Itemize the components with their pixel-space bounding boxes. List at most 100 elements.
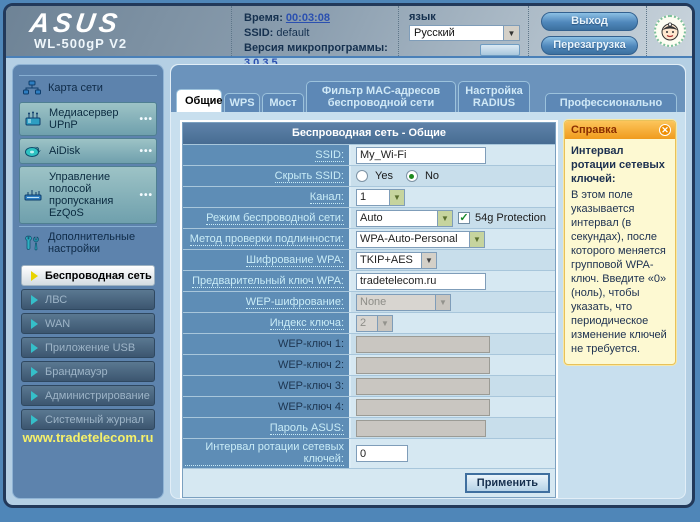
form-title: Беспроводная сеть - Общие — [183, 123, 555, 144]
field-label-key-rotation-interval: Интервал ротации сетевых ключей: — [183, 439, 351, 468]
network-map-icon — [22, 80, 42, 96]
field-label-wep-key-4: WEP-ключ 4: — [183, 397, 351, 417]
brand: ASUS WL-500gP V2 — [6, 6, 231, 56]
tab-bridge[interactable]: Мост — [262, 93, 304, 112]
field-value-key-rotation-interval — [351, 439, 555, 468]
sidebar-item-lan[interactable]: ЛВС — [21, 289, 155, 310]
tab-radius[interactable]: Настройка RADIUS — [458, 81, 530, 112]
nav-item-label: ЛВС — [45, 294, 67, 306]
sidebar-item-wireless[interactable]: Беспроводная сеть — [21, 265, 155, 286]
hide-ssid-label[interactable]: Скрыть SSID: — [275, 170, 344, 183]
field-label-wpa-encryption: Шифрование WPA: — [183, 250, 351, 270]
field-label-wep-key-2: WEP-ключ 2: — [183, 355, 351, 375]
wireless-mode-checkbox[interactable]: ✓ — [458, 212, 470, 224]
form-row-wep-key-4: WEP-ключ 4: — [183, 396, 555, 417]
key-index-select: 2▼ — [356, 315, 393, 332]
sidebar-item-bandwidth[interactable]: Управление полосой пропускания EzQoS ••• — [19, 166, 157, 224]
field-value-wpa-psk — [351, 271, 555, 291]
wep-key-1-input — [356, 336, 490, 353]
key-index-selected-value: 2 — [357, 317, 377, 329]
language-select[interactable]: Русский ▼ — [409, 25, 520, 41]
channel-label[interactable]: Канал: — [310, 191, 344, 204]
key-rotation-interval-input[interactable] — [356, 445, 408, 462]
channel-select[interactable]: 1▼ — [356, 189, 405, 206]
auth-method-select[interactable]: WPA-Auto-Personal▼ — [356, 231, 485, 248]
hide-ssid-radio-yes[interactable] — [356, 170, 368, 182]
close-icon[interactable]: ✕ — [659, 124, 671, 136]
form-row-wep-key-1: WEP-ключ 1: — [183, 333, 555, 354]
hide-ssid-radio-no[interactable] — [406, 170, 418, 182]
wpa-psk-label[interactable]: Предварительный ключ WPA: — [192, 275, 344, 288]
field-value-wep-key-4 — [351, 397, 555, 417]
form-row-wpa-psk: Предварительный ключ WPA: — [183, 270, 555, 291]
tab-general[interactable]: Общие — [176, 89, 222, 112]
wireless-mode-label[interactable]: Режим беспроводной сети: — [206, 212, 344, 225]
field-label-wep-encryption: WEP-шифрование: — [183, 292, 351, 312]
key-index-label[interactable]: Индекс ключа: — [270, 317, 344, 330]
language-apply-button[interactable] — [480, 44, 520, 56]
wpa-psk-input[interactable] — [356, 273, 486, 290]
wep-key-4-input — [356, 399, 490, 416]
help-panel: Справка ✕ Интервал ротации сетевых ключе… — [564, 120, 676, 365]
radio-dot — [409, 174, 414, 179]
sidebar-item-label: AiDisk — [49, 145, 80, 157]
sidebar-item-media-server[interactable]: Медиасервер UPnP••• — [19, 102, 157, 136]
asus-password-input — [356, 420, 486, 437]
reboot-button[interactable]: Перезагрузка — [541, 36, 638, 55]
field-value-hide-ssid: Yes No — [351, 166, 555, 186]
tab-mac-filter[interactable]: Фильтр MAC-адресов беспроводной сети — [306, 81, 456, 112]
nav-item-label: Системный журнал — [45, 414, 144, 426]
sidebar-item-network-map[interactable]: Карта сети — [19, 75, 157, 100]
field-label-ssid: SSID: — [183, 145, 351, 165]
hide-ssid-radio-label: No — [425, 170, 439, 182]
wireless-mode-select[interactable]: Auto▼ — [356, 210, 453, 227]
field-value-wpa-encryption: TKIP+AES▼ — [351, 250, 555, 270]
sidebar-item-tools[interactable]: Дополнительные настройки — [19, 226, 157, 259]
chevron-down-icon: ▼ — [389, 190, 404, 205]
nav-item-label: Брандмауэр — [45, 366, 108, 378]
hide-ssid-radio-label: Yes — [375, 170, 393, 182]
sidebar-item-system-log[interactable]: Системный журнал — [21, 409, 155, 430]
sidebar-item-wan[interactable]: WAN — [21, 313, 155, 334]
auth-method-label[interactable]: Метод проверки подлинности: — [190, 233, 344, 246]
apply-button[interactable]: Применить — [465, 473, 550, 493]
sidebar-item-aidisk[interactable]: AiDisk••• — [19, 138, 157, 164]
sidebar-item-administration[interactable]: Администрирование — [21, 385, 155, 406]
sidebar-item-firewall[interactable]: Брандмауэр — [21, 361, 155, 382]
logout-button[interactable]: Выход — [541, 12, 638, 31]
wep-key-2-input — [356, 357, 490, 374]
wep-encryption-label[interactable]: WEP-шифрование: — [246, 296, 344, 309]
wep-encryption-select: None▼ — [356, 294, 451, 311]
media-server-icon — [23, 111, 43, 127]
vendor-website-link[interactable]: www.tradetelecom.ru — [19, 430, 157, 445]
field-value-wep-key-2 — [351, 355, 555, 375]
time-value-link[interactable]: 00:03:08 — [286, 12, 330, 24]
bandwidth-icon — [23, 187, 43, 203]
sidebar-item-label: Управление полосой пропускания EzQoS — [49, 171, 133, 219]
form-footer: Применить — [183, 468, 555, 497]
tab-professional[interactable]: Профессионально — [545, 93, 677, 112]
loading-dots-icon: ••• — [139, 190, 153, 201]
field-value-channel: 1▼ — [351, 187, 555, 207]
sidebar: Карта сетиМедиасервер UPnP•••AiDisk•••Уп… — [12, 64, 164, 499]
field-label-wpa-psk: Предварительный ключ WPA: — [183, 271, 351, 291]
wpa-encryption-label[interactable]: Шифрование WPA: — [246, 254, 344, 267]
sidebar-nav-list: Беспроводная сеть ЛВС WAN Приложение USB Бра… — [19, 265, 157, 430]
nav-item-label: Приложение USB — [45, 342, 135, 354]
ssid-input[interactable] — [356, 147, 486, 164]
wep-key-4-label: WEP-ключ 4: — [278, 401, 344, 413]
sidebar-item-usb-app[interactable]: Приложение USB — [21, 337, 155, 358]
aidisk-icon — [23, 143, 43, 159]
key-rotation-interval-label[interactable]: Интервал ротации сетевых ключей: — [185, 441, 344, 466]
asus-password-label[interactable]: Пароль ASUS: — [270, 422, 344, 435]
tab-strip: ОбщиеWPSМостФильтр MAC-адресов беспровод… — [171, 65, 685, 112]
auth-method-selected-value: WPA-Auto-Personal — [357, 233, 469, 245]
arrow-right-icon — [31, 343, 38, 353]
wpa-encryption-select[interactable]: TKIP+AES▼ — [356, 252, 437, 269]
wireless-mode-selected-value: Auto — [357, 212, 437, 224]
tab-wps[interactable]: WPS — [224, 93, 260, 112]
field-value-wireless-mode: Auto▼✓54g Protection — [351, 208, 555, 228]
ssid-label: SSID: — [244, 27, 273, 39]
router-admin-page: ASUS WL-500gP V2 Время: 00:03:08 SSID: d… — [3, 3, 695, 508]
ssid-label[interactable]: SSID: — [315, 149, 344, 162]
